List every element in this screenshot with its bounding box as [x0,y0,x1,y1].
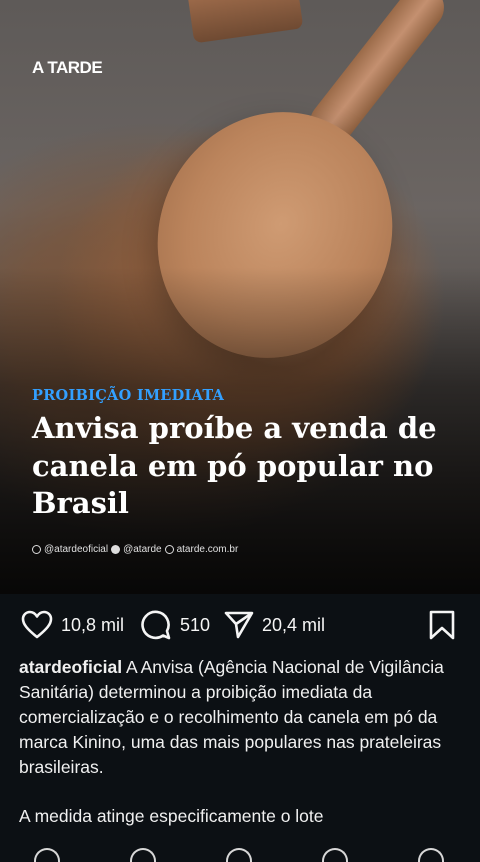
share-button[interactable]: 20,4 mil [224,605,325,645]
comment-icon [141,610,171,640]
comment-count: 510 [180,614,211,635]
share-icon [224,611,254,639]
share-count: 20,4 mil [262,614,326,635]
brand-logo: A TARDE [32,58,103,77]
profile-tab-icon[interactable] [418,848,444,862]
globe-icon [164,545,174,554]
social-handles: @atardeoficial @atarde atarde.com.br [32,544,238,555]
bottom-nav [0,838,480,862]
reels-tab-icon[interactable] [322,848,348,862]
facebook-icon [111,545,121,554]
search-tab-icon[interactable] [130,848,156,862]
post-headline: Anvisa proíbe a venda de canela em pó po… [32,411,437,520]
instagram-handle: @atardeoficial [44,544,109,555]
instagram-icon [32,545,41,554]
post-kicker: PROIBIÇÃO IMEDIATA [32,387,225,404]
post-caption: atardeoficial A Anvisa (Agência Nacional… [19,655,459,853]
create-tab-icon[interactable] [226,848,252,862]
heart-icon [21,610,53,639]
comment-button[interactable]: 510 [140,605,210,645]
facebook-handle: @atarde [123,544,162,555]
like-button[interactable]: 10,8 mil [21,605,124,645]
bookmark-icon [429,610,455,640]
home-tab-icon[interactable] [34,848,60,862]
like-count: 10,8 mil [61,614,125,635]
site-handle: atarde.com.br [176,544,239,555]
post-image[interactable]: A TARDE PROIBIÇÃO IMEDIATA Anvisa proíbe… [0,0,480,594]
save-button[interactable] [429,605,455,645]
caption-username[interactable]: atardeoficial [19,657,122,677]
action-bar: 10,8 mil 510 20,4 mil [0,605,480,645]
caption-text-continued: A medida atinge especificamente o lote [19,806,324,826]
